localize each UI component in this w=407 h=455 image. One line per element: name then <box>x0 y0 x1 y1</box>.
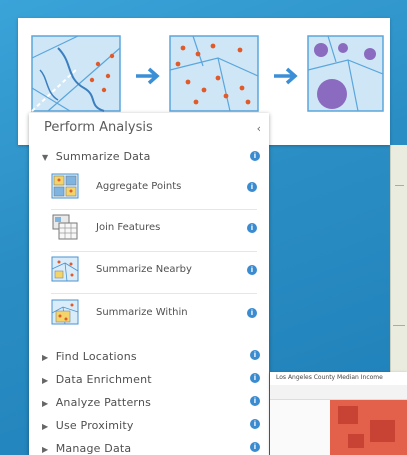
section-data-enrichment[interactable]: ▶ Data Enrichment <box>42 373 152 386</box>
map-polygon <box>338 406 358 424</box>
summarize-within-icon <box>51 299 79 325</box>
info-icon[interactable]: i <box>247 223 257 233</box>
tool-aggregate-points[interactable]: Aggregate Points i <box>51 168 257 208</box>
tool-label: Summarize Within <box>96 307 188 318</box>
section-label: Manage Data <box>55 442 132 455</box>
aggregated-result-icon <box>307 35 384 112</box>
section-find-locations[interactable]: ▶ Find Locations <box>42 350 137 363</box>
section-label: Data Enrichment <box>55 373 152 386</box>
section-use-proximity[interactable]: ▶ Use Proximity <box>42 419 134 432</box>
info-icon[interactable]: i <box>250 396 260 406</box>
chevron-right-icon: ▶ <box>42 399 49 408</box>
tool-summarize-nearby[interactable]: Summarize Nearby i <box>51 251 257 291</box>
thumbnail-title: Los Angeles County Median Income <box>276 374 383 381</box>
info-icon[interactable]: i <box>247 182 257 192</box>
arrow-right-icon <box>136 67 160 85</box>
info-icon[interactable]: i <box>247 265 257 275</box>
collapse-panel-button[interactable]: ‹ <box>257 122 261 135</box>
summarize-nearby-icon <box>51 256 79 282</box>
thumbnail-legend <box>270 400 330 455</box>
panel-title: Perform Analysis <box>44 120 153 135</box>
chevron-down-icon: ▼ <box>42 153 49 162</box>
section-manage-data[interactable]: ▶ Manage Data <box>42 442 131 455</box>
tool-label: Aggregate Points <box>96 181 182 192</box>
map-view[interactable] <box>390 145 407 375</box>
aggregate-points-icon <box>51 173 79 199</box>
thumbnail-toolbar <box>270 385 407 400</box>
tool-join-features[interactable]: Join Features i <box>51 209 257 249</box>
chevron-right-icon: ▶ <box>42 353 49 362</box>
join-features-icon <box>52 214 78 240</box>
chevron-right-icon: ▶ <box>42 445 49 454</box>
info-icon[interactable]: i <box>250 419 260 429</box>
arrow-right-icon <box>274 67 298 85</box>
tool-summarize-within[interactable]: Summarize Within i <box>51 294 257 334</box>
chevron-right-icon: ▶ <box>42 422 49 431</box>
info-icon[interactable]: i <box>250 151 260 161</box>
perform-analysis-panel: Perform Analysis ‹ ▼ Summarize Data i Ag… <box>29 113 269 455</box>
section-label: Use Proximity <box>55 419 134 432</box>
info-icon[interactable]: i <box>250 350 260 360</box>
info-icon[interactable]: i <box>250 442 260 452</box>
section-label: Analyze Patterns <box>55 396 152 409</box>
map-polygon <box>370 420 395 442</box>
map-road <box>393 325 405 326</box>
info-icon[interactable]: i <box>247 308 257 318</box>
map-road <box>395 185 404 186</box>
input-layers-icon <box>31 35 121 112</box>
section-label: Summarize Data <box>55 150 151 163</box>
section-summarize-data[interactable]: ▼ Summarize Data <box>42 150 151 163</box>
points-in-polygons-icon <box>169 35 259 112</box>
tool-label: Summarize Nearby <box>96 264 192 275</box>
panel-header: Perform Analysis ‹ <box>29 113 269 143</box>
map-thumbnail[interactable]: Los Angeles County Median Income <box>270 372 407 455</box>
tool-label: Join Features <box>96 222 161 233</box>
chevron-right-icon: ▶ <box>42 376 49 385</box>
section-analyze-patterns[interactable]: ▶ Analyze Patterns <box>42 396 151 409</box>
info-icon[interactable]: i <box>250 373 260 383</box>
section-label: Find Locations <box>55 350 137 363</box>
map-polygon <box>348 434 364 448</box>
thumbnail-choropleth <box>330 400 407 455</box>
